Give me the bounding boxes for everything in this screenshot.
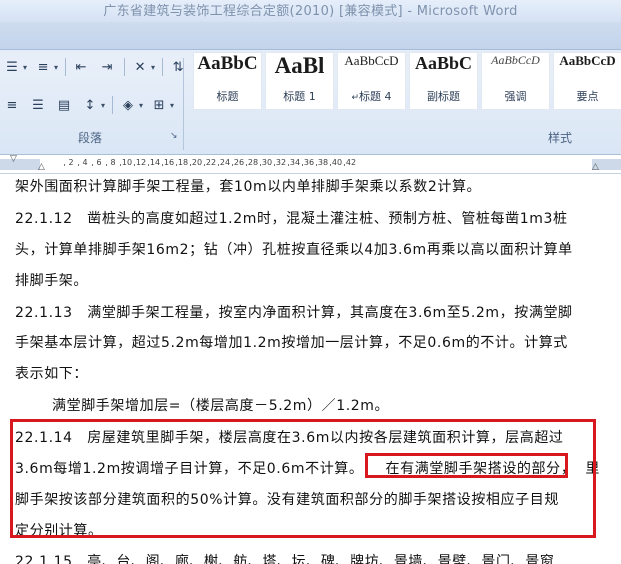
doc-line: 排脚手架。 (15, 273, 88, 289)
doc-line: 手架基本层计算，超过5.2m每增加1.2m按增加一层计算，不足0.6m的不计。计… (15, 335, 568, 351)
style-tile-subtitle[interactable]: AaBbC 副标题 (409, 52, 478, 110)
style-sample: AaBbC (414, 53, 472, 73)
doc-line: 3.6m每增1.2m按调增子目计算，不足0.6m不计算。 在有满堂脚手架搭设的部分… (15, 458, 600, 478)
ruler-tick-mark (120, 164, 121, 166)
style-sample: AaBbC (197, 53, 258, 74)
highlighted-phrase: 在有满堂脚手架搭设的部分， (385, 461, 576, 477)
ruler-tick-mark (64, 164, 65, 166)
ruler-tick-mark (148, 164, 149, 166)
doc-line: 22.1.13 满堂脚手架工程量，按室内净面积计算，其高度在3.6m至5.2m，… (15, 305, 573, 321)
ruler-tick-mark (316, 164, 317, 166)
chevron-down-icon[interactable]: ▾ (170, 101, 174, 110)
chevron-down-icon[interactable]: ▾ (54, 63, 58, 72)
style-tile-emphasis[interactable]: AaBbCcD 强调 (481, 52, 550, 110)
ruler-tick-mark (302, 164, 303, 166)
doc-line: 定分别计算。 (15, 523, 103, 539)
toolbar-separator (162, 58, 164, 76)
style-tile-heading-1[interactable]: AaBl 标题 1 (265, 52, 334, 110)
ribbon-tab-strip (0, 22, 621, 50)
ruler-tick-mark (162, 164, 163, 166)
ruler-tick-mark (246, 164, 247, 166)
style-sample: AaBbCcD (344, 53, 399, 68)
numbering-icon[interactable]: ≡ (31, 56, 55, 78)
formula-line: 满堂脚手架增加层=（楼层高度－5.2m）／1.2m。 (52, 398, 390, 414)
ruler-tick-mark (288, 164, 289, 166)
ruler-tick-mark (190, 164, 191, 166)
justify-icon[interactable]: ▤ (52, 94, 76, 116)
ruler-tick-mark (218, 164, 219, 166)
doc-line: 架外围面积计算脚手架工程量，套10m以内单排脚手架乘以系数2计算。 (15, 179, 482, 195)
paragraph-group-label: 段落 (77, 131, 102, 145)
style-tile-title[interactable]: AaBbC 标题 (193, 52, 262, 110)
paragraph-toolbar-row-2: ≡ ☰ ▤ ↕ ▾ ◈ ▾ ⊞ ▾ (0, 93, 178, 117)
paragraph-toolbar-row-1: ☰▾ ≡▾ ⇤ ⇥ ✕▾ ⇅ ¶ (0, 55, 218, 79)
style-sample: AaBl (274, 53, 325, 78)
ruler-tick-mark (344, 164, 345, 166)
ruler-tick-mark (106, 164, 107, 166)
line-spacing-icon[interactable]: ↕ (78, 94, 102, 116)
doc-line: 表示如下： (15, 366, 88, 382)
ruler-tick-mark (204, 164, 205, 166)
doc-line: 22.1.14 房屋建筑里脚手架，楼层高度在3.6m以内按各层建筑面积计算，层高… (15, 430, 564, 446)
first-line-indent-icon[interactable]: ▽ (10, 154, 17, 164)
doc-line: 22.1.12 凿桩头的高度如超过1.2m时，混凝土灌注桩、预制方桩、管桩每凿1… (15, 211, 568, 227)
sort-icon[interactable]: ⇅ (166, 56, 190, 78)
borders-icon[interactable]: ⊞ (147, 94, 171, 116)
chevron-down-icon[interactable]: ▾ (151, 63, 155, 72)
title-bar: 广东省建筑与装饰工程综合定额(2010) [兼容模式] - Microsoft … (0, 0, 621, 22)
chinese-layout-icon[interactable]: ✕ (128, 56, 152, 78)
style-name: 标题 1 (283, 90, 316, 103)
ruler-tick-mark (260, 164, 261, 166)
align-left-icon[interactable]: ≡ (0, 94, 24, 116)
ruler-tick-mark (78, 164, 79, 166)
decrease-indent-icon[interactable]: ⇤ (69, 56, 93, 78)
ribbon: ☰▾ ≡▾ ⇤ ⇥ ✕▾ ⇅ ¶ ≡ ☰ ▤ ↕▾ ◈▾ ⊞▾ 段落 ↘ AaB… (0, 22, 621, 155)
style-name: 强调 (504, 90, 527, 103)
style-tile-heading-4[interactable]: AaBbCcD ↵标题 4 (337, 52, 406, 110)
style-gallery: AaBbC 标题 AaBl 标题 1 AaBbCcD ↵标题 4 AaBbC 副… (193, 52, 621, 112)
doc-text: 3.6m每增1.2m按调增子目计算，不足0.6m不计算。 (15, 461, 364, 477)
shading-icon[interactable]: ◈ (116, 94, 140, 116)
style-sample: AaBbCcD (559, 53, 616, 68)
toolbar-separator (65, 58, 67, 76)
style-name: 要点 (576, 90, 599, 103)
ruler-tick-mark (274, 164, 275, 166)
chevron-down-icon[interactable]: ▾ (101, 101, 105, 110)
ruler-tick-mark (330, 164, 331, 166)
doc-text: 里 (585, 461, 600, 477)
ruler-tick-mark (92, 164, 93, 166)
group-divider (183, 58, 184, 150)
styles-group-label: 样式 (547, 131, 572, 145)
increase-indent-icon[interactable]: ⇥ (95, 56, 119, 78)
heading-marker-icon: ↵ (351, 93, 360, 103)
ruler-tick-mark (134, 164, 135, 166)
paragraph-dialog-launcher-icon[interactable]: ↘ (170, 131, 180, 141)
chevron-down-icon[interactable]: ▾ (139, 101, 143, 110)
style-name: 副标题 (427, 90, 460, 103)
center-icon[interactable]: ☰ (26, 94, 50, 116)
chevron-down-icon[interactable]: ▾ (23, 63, 27, 72)
doc-line: 22.1.15 亭、台、阁、廊、榭、舫、塔、坛、碑、牌坊、景墙、景壁、景门、景窗 (15, 554, 555, 564)
style-tile-strong[interactable]: AaBbCcD 要点 (553, 52, 621, 110)
ruler-tick-mark (232, 164, 233, 166)
ruler-margin-left (0, 159, 40, 170)
bullets-icon[interactable]: ☰ (0, 56, 24, 78)
style-name: 标题 (216, 90, 239, 103)
horizontal-ruler[interactable]: ▽ △ △ 2 4 6 8 10 12 14 16 18 20 22 24 26 28 30 32 34 36 38… (0, 154, 621, 174)
doc-line: 头，计算单排脚手架16m2；钻（冲）孔桩按直径乘以4加3.6m再乘以高以面积计算… (15, 242, 573, 258)
toolbar-separator (124, 58, 126, 76)
style-sample: AaBbCcD (491, 53, 540, 67)
toolbar-separator (112, 96, 114, 114)
hanging-indent-icon[interactable]: △ (38, 162, 45, 172)
doc-line: 脚手架按该部分建筑面积的50%计算。没有建筑面积部分的脚手架搭设按相应子目规 (15, 492, 559, 508)
style-name: ↵标题 4 (351, 90, 392, 103)
ruler-tick-mark (176, 164, 177, 166)
right-indent-icon[interactable]: △ (592, 162, 599, 172)
document-page[interactable]: 架外围面积计算脚手架工程量，套10m以内单排脚手架乘以系数2计算。 22.1.1… (0, 175, 621, 564)
window-title: 广东省建筑与装饰工程综合定额(2010) [兼容模式] - Microsoft … (103, 4, 518, 19)
